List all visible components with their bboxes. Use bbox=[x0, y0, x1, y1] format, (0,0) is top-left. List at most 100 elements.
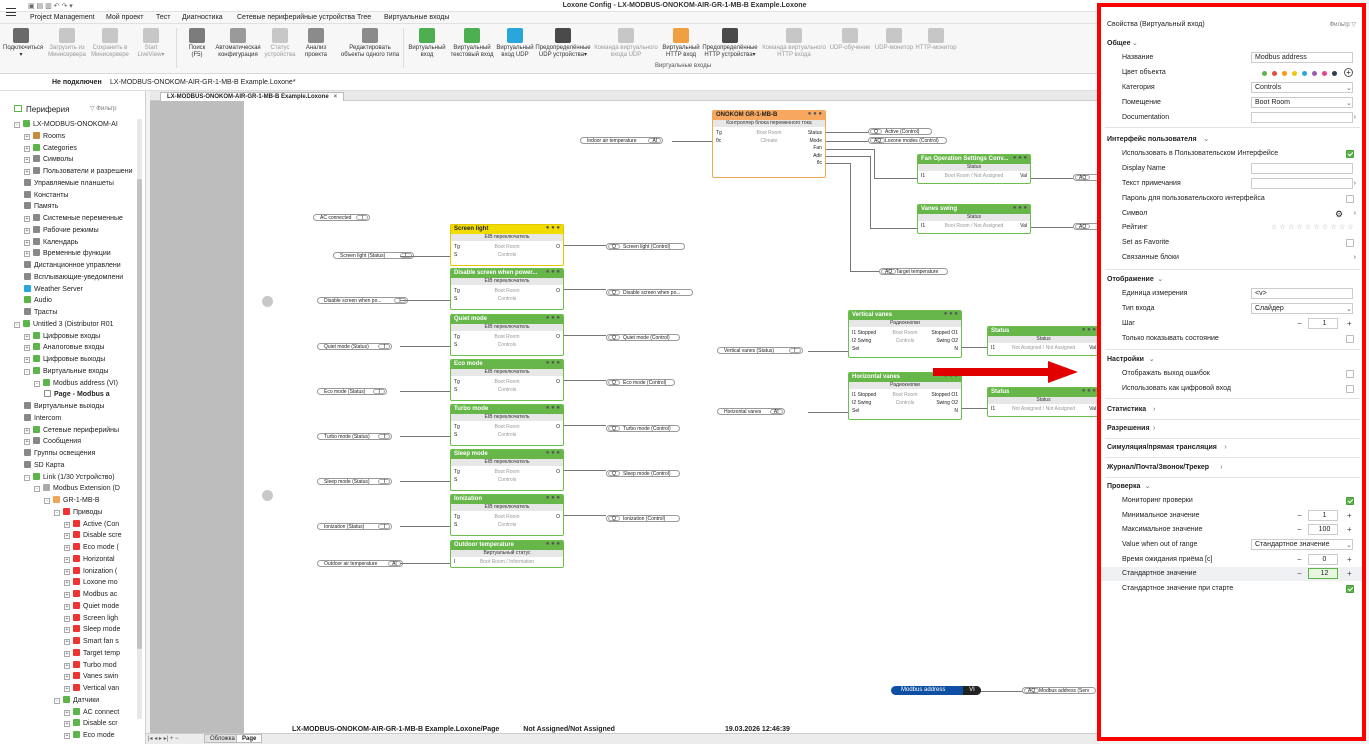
block-output[interactable]: N bbox=[954, 346, 958, 352]
decrement-button[interactable]: − bbox=[1297, 523, 1302, 537]
decrement-button[interactable]: − bbox=[1297, 509, 1302, 523]
max-value-field[interactable]: 100 bbox=[1308, 524, 1338, 535]
block-output[interactable]: Adir bbox=[813, 153, 822, 159]
note-field[interactable] bbox=[1251, 178, 1353, 189]
function-block[interactable]: Quiet mode ● ● ● EIB переключатель Tg S O Boot… bbox=[450, 314, 564, 356]
room-row[interactable]: Помещение Boot Room bbox=[1101, 96, 1362, 110]
increment-button[interactable]: + bbox=[1347, 317, 1352, 331]
wait-time-row[interactable]: Время ожидания приёма [с] −0 + bbox=[1101, 553, 1362, 567]
symbol-row[interactable]: Символ ⚙ › bbox=[1101, 207, 1362, 221]
color-swatch[interactable] bbox=[1312, 71, 1317, 76]
chevron-right-icon[interactable]: › bbox=[1354, 177, 1356, 191]
function-block[interactable]: Outdoor temperature ● ● ● Виртуальный стат… bbox=[450, 540, 564, 568]
name-row[interactable]: Название Modbus address bbox=[1101, 51, 1362, 65]
star-icon[interactable]: ☆ bbox=[1331, 221, 1337, 235]
digital-input-checkbox[interactable] bbox=[1346, 385, 1354, 393]
min-value-row[interactable]: Минимальное значение −1 + bbox=[1101, 509, 1362, 523]
rating-row[interactable]: Рейтинг ☆ ☆ ☆ ☆ ☆ ☆ ☆ ☆ ☆ ☆ bbox=[1101, 221, 1362, 235]
use-in-ui-checkbox[interactable] bbox=[1346, 150, 1354, 158]
out-of-range-row[interactable]: Value when out of range Стандартное значе… bbox=[1101, 538, 1362, 552]
star-icon[interactable]: ☆ bbox=[1271, 221, 1277, 235]
block-output[interactable]: θc bbox=[817, 160, 822, 166]
function-block[interactable]: Sleep mode ● ● ● EIB переключатель Tg S O Boot… bbox=[450, 449, 564, 491]
input-connector[interactable]: Ionization (Status) I bbox=[317, 523, 393, 530]
color-swatch[interactable] bbox=[1322, 71, 1327, 76]
block-output[interactable]: N bbox=[954, 408, 958, 414]
error-output-row[interactable]: Отображать выход ошибок bbox=[1101, 367, 1362, 381]
monitoring-checkbox[interactable] bbox=[1346, 497, 1354, 505]
input-connector[interactable]: Disable screen when po... I bbox=[317, 297, 408, 304]
step-row[interactable]: Шаг −1 + bbox=[1101, 317, 1362, 331]
block-input[interactable]: Sel bbox=[852, 408, 859, 414]
section-settings[interactable]: Настройки ⌄ bbox=[1101, 353, 1362, 367]
output-connector[interactable]: Modbus address (Serv AQ bbox=[1022, 687, 1096, 694]
output-connector[interactable]: Loxone modes (Control) AQ bbox=[868, 137, 948, 144]
output-connector[interactable]: Target temperature AQ bbox=[879, 268, 948, 275]
star-icon[interactable]: ☆ bbox=[1305, 221, 1311, 235]
function-block[interactable]: Horizontal vanes ● ● ● Радиокнопки I1 Stopp… bbox=[848, 372, 962, 420]
function-block[interactable]: Turbo mode ● ● ● EIB переключатель Tg S O Boot… bbox=[450, 404, 564, 446]
use-in-ui-row[interactable]: Использовать в Пользовательском Интерфей… bbox=[1101, 147, 1362, 161]
unit-field[interactable]: <v> bbox=[1251, 288, 1353, 299]
standard-value-field[interactable]: 12 bbox=[1308, 568, 1338, 579]
output-connector[interactable]: Active (Control) Q bbox=[868, 128, 932, 135]
standard-value-row[interactable]: Стандартное значение −12 + bbox=[1101, 567, 1362, 581]
input-type-row[interactable]: Тип входа Слайдер bbox=[1101, 302, 1362, 316]
monitoring-row[interactable]: Мониторинг проверки bbox=[1101, 494, 1362, 508]
star-icon[interactable]: ☆ bbox=[1297, 221, 1303, 235]
output-connector[interactable]: Quiet mode (Control) Q bbox=[606, 334, 680, 341]
favorite-checkbox[interactable] bbox=[1346, 239, 1354, 247]
function-block[interactable]: ONOKOM GR-1-MB-B ● ● ● Контроллер блока пе… bbox=[712, 110, 826, 178]
block-output[interactable]: Fan bbox=[813, 145, 822, 151]
output-connector[interactable]: Eco mode (Control) Q bbox=[606, 379, 675, 386]
function-block[interactable]: Vertical vanes ● ● ● Радиокнопки I1 Stopped… bbox=[848, 310, 962, 358]
color-swatch[interactable] bbox=[1262, 71, 1267, 76]
section-collapsed-3[interactable]: Журнал/Почта/Звонок/Трекер › bbox=[1101, 461, 1362, 475]
ui-password-row[interactable]: Пароль для пользовательского интерфейса bbox=[1101, 192, 1362, 206]
input-connector[interactable]: Outdoor air temperature AI bbox=[317, 560, 403, 567]
max-value-row[interactable]: Максимальное значение −100 + bbox=[1101, 523, 1362, 537]
increment-button[interactable]: + bbox=[1347, 523, 1352, 537]
error-output-checkbox[interactable] bbox=[1346, 370, 1354, 378]
star-icon[interactable]: ☆ bbox=[1339, 221, 1345, 235]
star-icon[interactable]: ☆ bbox=[1280, 221, 1286, 235]
function-block[interactable]: Disable screen when power... ● ● ● EIB пер… bbox=[450, 268, 564, 310]
unit-row[interactable]: Единица измерения <v> bbox=[1101, 287, 1362, 301]
section-display[interactable]: Отображение ⌄ bbox=[1101, 273, 1362, 287]
wait-time-field[interactable]: 0 bbox=[1308, 554, 1338, 565]
state-only-checkbox[interactable] bbox=[1346, 335, 1354, 343]
standard-at-start-checkbox[interactable] bbox=[1346, 585, 1354, 593]
function-block[interactable]: Status ● ● ● Status I1 Val Not Assigned / Not… bbox=[987, 387, 1100, 417]
standard-at-start-row[interactable]: Стандартное значение при старте bbox=[1101, 582, 1362, 596]
output-connector[interactable]: Screen light (Control) Q bbox=[606, 243, 686, 250]
section-validation[interactable]: Проверка ⌄ bbox=[1101, 480, 1362, 494]
properties-filter[interactable]: Фильтр ▽ bbox=[1330, 21, 1356, 28]
output-connector[interactable]: Disable screen when po... Q bbox=[606, 289, 693, 296]
add-color-icon[interactable]: + bbox=[1344, 68, 1353, 77]
increment-button[interactable]: + bbox=[1347, 509, 1352, 523]
star-icon[interactable]: ☆ bbox=[1314, 221, 1320, 235]
function-block[interactable]: Fan Operation Settings Conv... ● ● ● Statu… bbox=[917, 154, 1031, 184]
color-row[interactable]: Цвет объекта + bbox=[1101, 66, 1362, 80]
increment-button[interactable]: + bbox=[1347, 553, 1352, 567]
gear-icon[interactable]: ⚙ bbox=[1335, 207, 1343, 221]
output-connector[interactable]: AQ bbox=[1073, 174, 1100, 181]
note-row[interactable]: Текст примечания › bbox=[1101, 177, 1362, 191]
function-block[interactable]: Status ● ● ● Status I1 Val Not Assigned / Not… bbox=[987, 326, 1100, 356]
name-field[interactable]: Modbus address bbox=[1251, 52, 1353, 63]
function-block[interactable]: Ionization ● ● ● EIB переключатель Tg S O Boot… bbox=[450, 494, 564, 536]
ui-password-checkbox[interactable] bbox=[1346, 195, 1354, 203]
linked-blocks-row[interactable]: Связанные блоки › bbox=[1101, 251, 1362, 265]
output-connector[interactable]: AQ bbox=[1073, 223, 1100, 230]
color-swatch[interactable] bbox=[1332, 71, 1337, 76]
star-icon[interactable]: ☆ bbox=[1322, 221, 1328, 235]
display-name-row[interactable]: Display Name bbox=[1101, 162, 1362, 176]
function-block[interactable]: Screen light ● ● ● EIB переключатель Tg S O Bo… bbox=[450, 224, 564, 266]
increment-button[interactable]: + bbox=[1347, 567, 1352, 581]
chevron-right-icon[interactable]: › bbox=[1354, 251, 1356, 265]
modbus-address-input[interactable]: Modbus address VI bbox=[891, 686, 981, 695]
decrement-button[interactable]: − bbox=[1297, 317, 1302, 331]
min-value-field[interactable]: 1 bbox=[1308, 510, 1338, 521]
output-connector[interactable]: Ionization (Control) Q bbox=[606, 515, 680, 522]
star-icon[interactable]: ☆ bbox=[1288, 221, 1294, 235]
